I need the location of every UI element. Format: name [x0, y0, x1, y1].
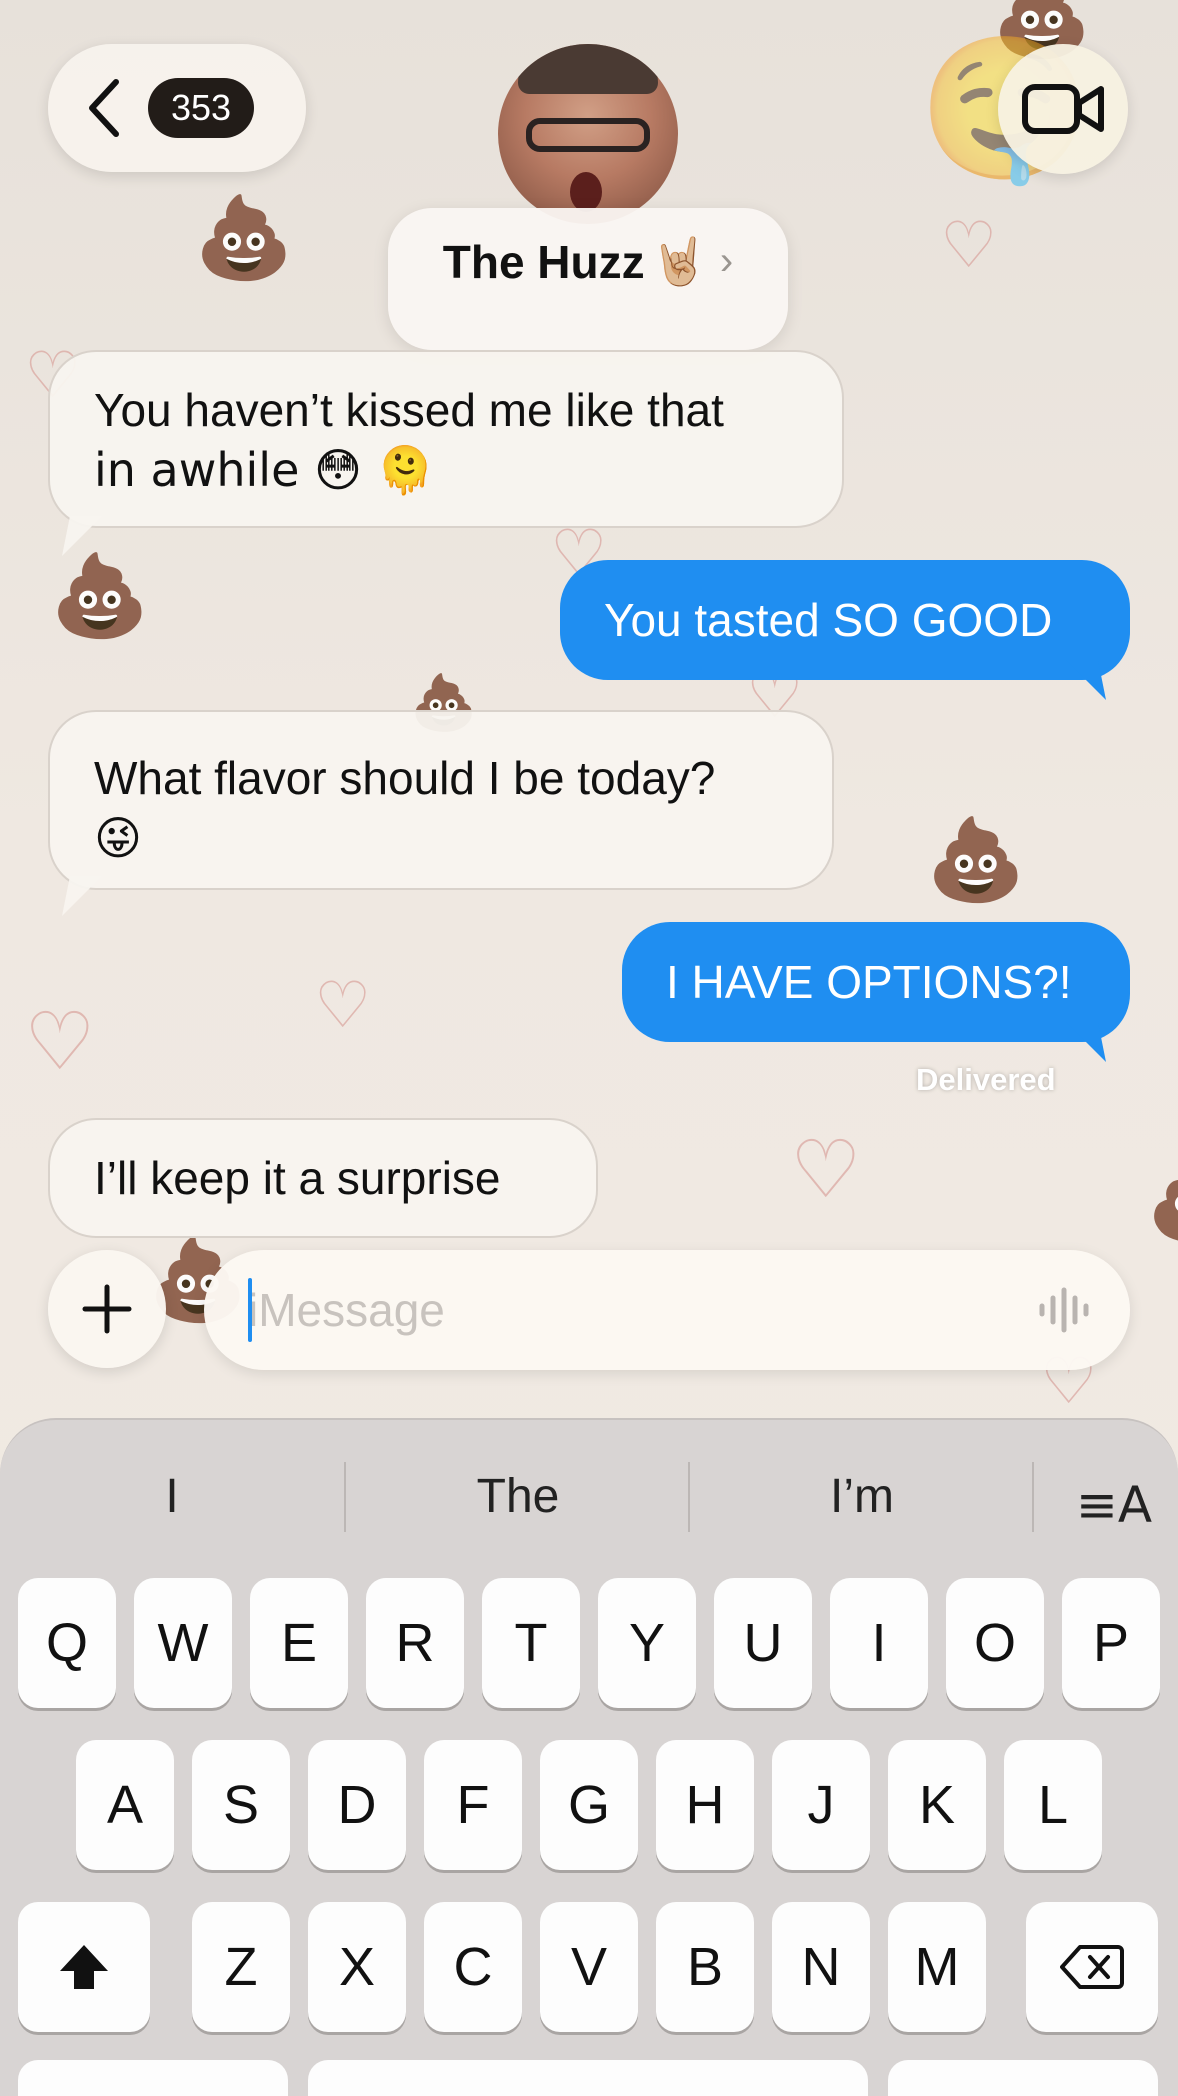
heart-doodle: ♡: [24, 995, 96, 1088]
contact-name-button[interactable]: The Huzz 🤘🏼 ›: [388, 208, 788, 350]
shift-arrow-icon: [60, 1945, 108, 1989]
message-bubble-incoming[interactable]: I’ll keep it a surprise: [48, 1118, 598, 1238]
video-camera-icon: [1022, 84, 1104, 134]
key-d[interactable]: D: [308, 1740, 406, 1870]
suggestion-3[interactable]: I’m: [690, 1454, 1034, 1538]
contact-name-emoji: 🤘🏼: [650, 234, 708, 288]
shift-key[interactable]: [18, 1902, 150, 2032]
key-t[interactable]: T: [482, 1578, 580, 1708]
key-h[interactable]: H: [656, 1740, 754, 1870]
message-text: You tasted SO GOOD: [604, 594, 1053, 646]
key-q[interactable]: Q: [18, 1578, 116, 1708]
suggestion-divider: [1032, 1462, 1034, 1532]
message-text: in awhile 😳 🫠: [94, 443, 434, 497]
delete-key[interactable]: [1026, 1902, 1158, 2032]
heart-doodle: ♡: [940, 209, 998, 283]
key-x[interactable]: X: [308, 1902, 406, 2032]
message-bubble-outgoing[interactable]: You tasted SO GOOD: [560, 560, 1130, 680]
key-p[interactable]: P: [1062, 1578, 1160, 1708]
message-bubble-incoming[interactable]: You haven’t kissed me like that in awhil…: [48, 350, 844, 528]
key-e[interactable]: E: [250, 1578, 348, 1708]
heart-doodle: ♡: [314, 969, 372, 1043]
waveform-icon[interactable]: [1036, 1286, 1092, 1334]
poop-sticker: 💩: [50, 549, 150, 642]
text-caret: [248, 1278, 252, 1342]
delivered-status: Delivered: [916, 1062, 1056, 1097]
numbers-key[interactable]: [18, 2060, 288, 2096]
text-format-icon[interactable]: ≡A: [1076, 1476, 1152, 1534]
key-v[interactable]: V: [540, 1902, 638, 2032]
imessage-input[interactable]: [248, 1274, 1008, 1346]
chevron-left-icon: [89, 79, 119, 137]
contact-name: The Huzz: [442, 235, 645, 288]
message-bubble-incoming[interactable]: What flavor should I be today? 😜: [48, 710, 834, 890]
key-u[interactable]: U: [714, 1578, 812, 1708]
key-f[interactable]: F: [424, 1740, 522, 1870]
back-button[interactable]: 353: [48, 44, 306, 172]
message-bubble-outgoing[interactable]: I HAVE OPTIONS?!: [622, 922, 1130, 1042]
message-text: You haven’t kissed me like that: [94, 384, 724, 436]
space-key[interactable]: [308, 2060, 868, 2096]
key-i[interactable]: I: [830, 1578, 928, 1708]
key-y[interactable]: Y: [598, 1578, 696, 1708]
predictive-bar: I The I’m: [0, 1454, 1178, 1538]
poop-sticker: 💩: [194, 191, 294, 284]
heart-doodle: ♡: [790, 1123, 862, 1216]
key-j[interactable]: J: [772, 1740, 870, 1870]
key-s[interactable]: S: [192, 1740, 290, 1870]
key-b[interactable]: B: [656, 1902, 754, 2032]
message-text: I’ll keep it a surprise: [94, 1152, 501, 1204]
key-k[interactable]: K: [888, 1740, 986, 1870]
imessage-input-container[interactable]: [204, 1250, 1130, 1370]
poop-sticker: 💩: [1146, 1160, 1178, 1240]
key-r[interactable]: R: [366, 1578, 464, 1708]
plus-icon: [82, 1284, 132, 1334]
keyboard: I The I’m ≡A Q W E R T Y U I O P A S D F…: [0, 1418, 1178, 2096]
apps-plus-button[interactable]: [48, 1250, 166, 1368]
message-text: I HAVE OPTIONS?!: [666, 956, 1072, 1008]
key-w[interactable]: W: [134, 1578, 232, 1708]
key-g[interactable]: G: [540, 1740, 638, 1870]
chevron-right-icon: ›: [719, 239, 734, 283]
facetime-video-button[interactable]: [998, 44, 1128, 174]
return-key[interactable]: [888, 2060, 1158, 2096]
key-z[interactable]: Z: [192, 1902, 290, 2032]
unread-count-badge: 353: [148, 78, 254, 138]
key-m[interactable]: M: [888, 1902, 986, 2032]
key-n[interactable]: N: [772, 1902, 870, 2032]
key-o[interactable]: O: [946, 1578, 1044, 1708]
key-l[interactable]: L: [1004, 1740, 1102, 1870]
message-text: What flavor should I be today?: [94, 752, 716, 804]
poop-sticker: 💩: [926, 813, 1026, 906]
suggestion-2[interactable]: The: [346, 1454, 690, 1538]
key-c[interactable]: C: [424, 1902, 522, 2032]
backspace-icon: [1060, 1945, 1124, 1989]
suggestion-1[interactable]: I: [0, 1454, 344, 1538]
message-text: 😜: [94, 811, 142, 865]
key-a[interactable]: A: [76, 1740, 174, 1870]
contact-avatar[interactable]: [498, 44, 678, 224]
